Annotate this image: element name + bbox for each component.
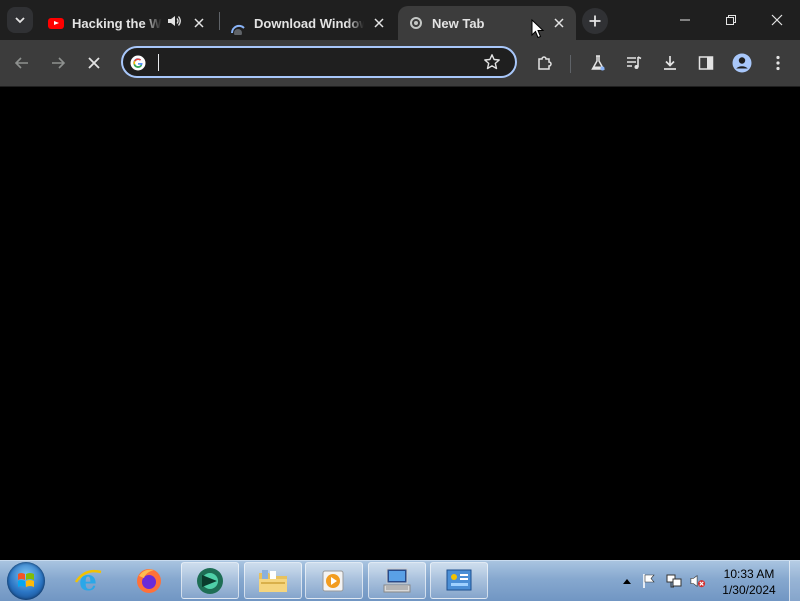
tab-new-tab[interactable]: New Tab: [398, 6, 576, 40]
minimize-button[interactable]: [662, 0, 708, 40]
clock-date: 1/30/2024: [722, 583, 776, 597]
address-input[interactable]: [157, 52, 471, 74]
page-content: [0, 87, 800, 560]
downloads-button[interactable]: [656, 49, 684, 77]
speaker-icon[interactable]: [166, 13, 182, 32]
close-icon: [88, 57, 100, 69]
clock-time: 10:33 AM: [723, 567, 775, 581]
taskbar-remote-desktop[interactable]: [368, 562, 426, 599]
start-button[interactable]: [7, 562, 45, 600]
network-tray[interactable]: [666, 573, 682, 589]
windows-logo-icon: [18, 573, 34, 587]
stop-loading-button[interactable]: [80, 49, 108, 77]
control-panel-icon: [446, 569, 472, 590]
taskbar-control-panel[interactable]: [430, 562, 488, 599]
tab-title: Hacking the Windows: [72, 15, 162, 31]
chevron-up-icon: [623, 579, 631, 584]
extensions-button[interactable]: [531, 49, 559, 77]
avatar-icon: [732, 53, 752, 73]
tab-search-button[interactable]: [7, 7, 33, 33]
close-icon: [771, 14, 783, 26]
tab-download-windows[interactable]: Download Windows: [222, 6, 394, 40]
toolbar-divider: [570, 55, 571, 73]
forward-button[interactable]: [44, 49, 72, 77]
close-icon: [374, 18, 384, 28]
more-vertical-icon: [776, 55, 780, 71]
taskbar: e 10:33 AM 1/30/2024: [0, 560, 800, 601]
tab-youtube[interactable]: Hacking the Windows: [40, 6, 218, 40]
firefox-icon: [137, 568, 161, 593]
new-tab-button[interactable]: [582, 8, 608, 34]
network-icon: [666, 574, 682, 588]
profile-button[interactable]: [728, 49, 756, 77]
arrow-right-icon: [52, 57, 66, 69]
arrow-left-icon: [14, 57, 28, 69]
flask-icon: [591, 55, 605, 71]
puzzle-icon: [538, 56, 552, 70]
taskbar-firefox[interactable]: [120, 562, 178, 599]
folder-icon: [259, 569, 287, 592]
taskbar-browser[interactable]: [181, 562, 239, 599]
close-icon: [194, 18, 204, 28]
google-icon: [130, 55, 146, 71]
tab-close-button[interactable]: [191, 15, 207, 31]
minimize-icon: [680, 19, 690, 21]
browser-toolbar: [0, 40, 800, 87]
show-hidden-icons-button[interactable]: [619, 573, 635, 589]
close-icon: [554, 18, 564, 28]
chevron-down-icon: [15, 17, 25, 24]
loading-icon: [410, 17, 422, 29]
volume-muted-icon: [690, 575, 706, 588]
system-clock[interactable]: 10:33 AM 1/30/2024: [714, 566, 784, 598]
volume-tray[interactable]: [690, 573, 706, 589]
restore-icon: [726, 15, 736, 25]
labs-button[interactable]: [584, 49, 612, 77]
download-icon: [664, 56, 676, 70]
menu-button[interactable]: [764, 49, 792, 77]
text-caret: [158, 54, 159, 71]
show-desktop-button[interactable]: [789, 561, 800, 601]
media-controls-button[interactable]: [620, 49, 648, 77]
youtube-icon: [48, 17, 64, 29]
mouse-cursor-icon: [531, 19, 545, 39]
tab-title: New Tab: [432, 15, 485, 31]
close-window-button[interactable]: [754, 0, 800, 40]
tab-title: Download Windows: [254, 15, 364, 31]
side-panel-button[interactable]: [692, 49, 720, 77]
plus-icon: [589, 15, 601, 27]
flag-icon: [643, 574, 655, 588]
remote-desktop-icon: [383, 568, 411, 592]
restore-button[interactable]: [708, 0, 754, 40]
tab-separator: [219, 12, 220, 30]
address-bar[interactable]: [121, 46, 517, 78]
tab-close-button[interactable]: [371, 15, 387, 31]
tab-close-button[interactable]: [551, 15, 567, 31]
ie-icon: e: [74, 566, 102, 596]
bookmark-star-icon[interactable]: [483, 53, 501, 71]
loading-spinner-icon: [230, 24, 245, 35]
side-panel-icon: [698, 56, 714, 70]
taskbar-ie[interactable]: e: [59, 562, 117, 599]
action-center-tray[interactable]: [641, 573, 657, 589]
back-button[interactable]: [8, 49, 36, 77]
tab-strip: Hacking the Windows Download Windows New…: [0, 0, 800, 40]
media-queue-icon: [627, 56, 642, 69]
browser-icon: [197, 567, 223, 594]
media-player-icon: [322, 570, 344, 591]
taskbar-explorer[interactable]: [244, 562, 302, 599]
taskbar-media-player[interactable]: [305, 562, 363, 599]
